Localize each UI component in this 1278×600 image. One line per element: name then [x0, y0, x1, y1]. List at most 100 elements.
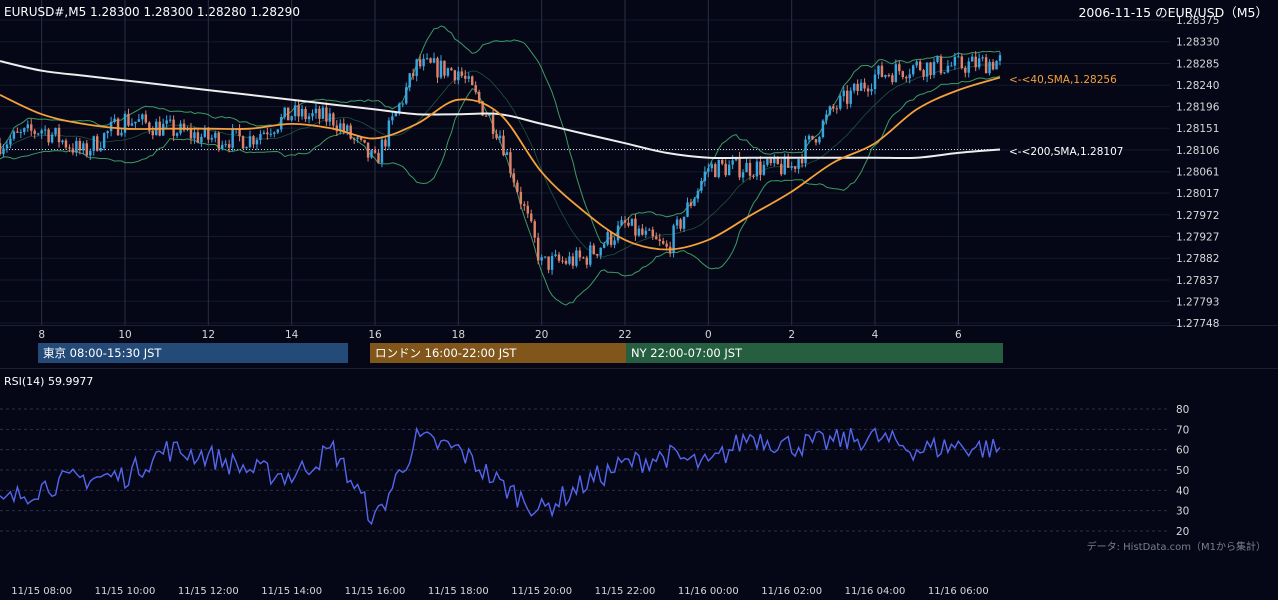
candle-body — [116, 118, 120, 136]
candle-body — [752, 175, 755, 177]
candle-body — [880, 65, 884, 77]
top-time-axis: 8 10 12 14 16 18 20 22 0 2 4 6 — [38, 329, 962, 341]
candle-body — [106, 131, 109, 134]
candle-body — [137, 119, 141, 122]
candle-body — [280, 117, 283, 130]
candle-body — [346, 125, 349, 132]
candle-body — [495, 133, 498, 139]
top-time-tick-label: 16 — [368, 329, 382, 341]
candle-body — [828, 106, 832, 115]
candle-body — [300, 108, 304, 117]
candle-body — [519, 191, 523, 205]
candle-body — [415, 59, 418, 76]
candle-body — [439, 60, 443, 78]
price-tick-label: 1.27748 — [1176, 318, 1219, 330]
candle-body — [71, 148, 75, 153]
candle-body — [835, 108, 839, 110]
candle-body — [85, 143, 89, 156]
price-tick-label: 1.27882 — [1176, 253, 1219, 265]
candle-body — [498, 135, 502, 139]
candle-body — [971, 56, 974, 62]
rsi-tick-label: 60 — [1176, 445, 1189, 457]
bollinger-bands — [0, 25, 1001, 306]
candle-body — [932, 61, 936, 75]
candle-body — [30, 124, 33, 131]
candle-body — [380, 139, 384, 163]
candle-body — [832, 106, 835, 109]
bottom-time-tick-label: 11/15 10:00 — [95, 586, 156, 597]
candle-body — [425, 58, 429, 60]
candle-body — [217, 132, 220, 149]
data-source-note: データ: HistData.com（M1から集計） — [1087, 540, 1266, 553]
candle-body — [328, 113, 332, 122]
candle-body — [981, 57, 984, 59]
candle-body — [120, 132, 123, 136]
price-tick-label: 1.28061 — [1176, 167, 1219, 179]
candle-body — [262, 132, 266, 135]
candle-body — [366, 142, 370, 158]
candle-body — [387, 120, 391, 147]
candle-body — [797, 159, 800, 169]
candle-body — [964, 67, 967, 73]
candle-body — [755, 161, 759, 177]
candle-body — [193, 132, 196, 139]
rsi-tick-label: 50 — [1176, 465, 1189, 477]
candle-body — [245, 146, 248, 149]
candle-body — [151, 130, 154, 136]
candle-body — [738, 157, 741, 178]
candle-body — [693, 198, 696, 206]
candle-body — [901, 71, 904, 78]
candle-body — [561, 260, 564, 262]
session-ny-label: NY 22:00-07:00 JST — [631, 346, 743, 360]
candle-body — [405, 87, 408, 104]
bottom-time-tick-label: 11/15 20:00 — [511, 586, 572, 597]
candle-body — [658, 239, 661, 242]
candle-body — [68, 147, 71, 149]
candle-body — [411, 73, 415, 76]
rsi-tick-label: 70 — [1176, 424, 1189, 436]
candle-body — [349, 125, 352, 139]
candle-body — [703, 171, 707, 181]
candle-body — [925, 62, 929, 77]
candle-body — [995, 60, 998, 70]
candle-body — [839, 96, 842, 109]
candle-body — [141, 114, 144, 120]
candle-body — [568, 256, 571, 264]
price-axis: 1.283751.283301.282851.282401.281961.281… — [1176, 15, 1220, 330]
candle-body — [648, 229, 651, 231]
rsi-tick-label: 80 — [1176, 404, 1189, 416]
candle-body — [64, 140, 68, 148]
candle-body — [92, 136, 95, 151]
candle-body — [276, 129, 279, 133]
candle-body — [606, 232, 609, 245]
candle-body — [533, 221, 536, 238]
candle-body — [793, 166, 797, 169]
candle-body — [269, 133, 273, 135]
candle-body — [780, 163, 783, 175]
candle-body — [540, 257, 543, 261]
candle-body — [589, 245, 592, 265]
candle-body — [627, 222, 630, 226]
candle-body — [939, 56, 943, 74]
candle-body — [800, 159, 804, 164]
candle-body — [102, 133, 106, 148]
candle-body — [575, 250, 578, 266]
candle-body — [332, 113, 335, 126]
candle-body — [78, 140, 82, 151]
candle-body — [727, 164, 731, 176]
candle-body — [172, 119, 175, 136]
candle-body — [273, 132, 276, 134]
rsi-tick-label: 20 — [1176, 526, 1189, 538]
candle-body — [696, 190, 700, 199]
candle-body — [75, 140, 78, 153]
candle-body — [398, 103, 401, 113]
candle-body — [457, 71, 460, 81]
price-tick-label: 1.28017 — [1176, 188, 1219, 200]
price-tick-label: 1.28151 — [1176, 123, 1219, 135]
candle-body — [804, 139, 807, 164]
candle-body — [505, 152, 509, 156]
candle-body — [714, 164, 717, 178]
candle-body — [908, 74, 911, 79]
candle-body — [863, 82, 866, 89]
top-time-tick-label: 6 — [955, 329, 962, 341]
